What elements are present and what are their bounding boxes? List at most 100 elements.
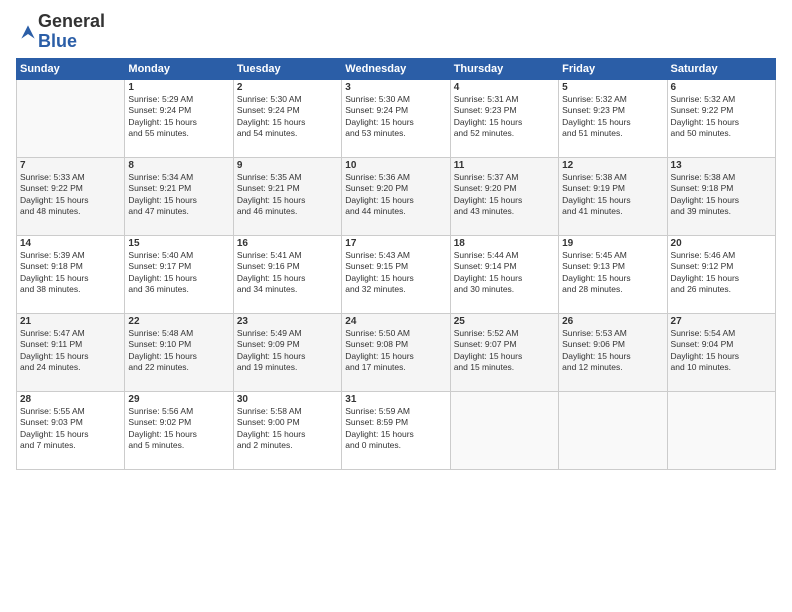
day-number: 17: [345, 238, 446, 249]
day-info: Sunrise: 5:47 AMSunset: 9:11 PMDaylight:…: [20, 328, 121, 374]
day-cell: 17Sunrise: 5:43 AMSunset: 9:15 PMDayligh…: [342, 235, 450, 313]
day-info: Sunrise: 5:36 AMSunset: 9:20 PMDaylight:…: [345, 172, 446, 218]
day-info: Sunrise: 5:35 AMSunset: 9:21 PMDaylight:…: [237, 172, 338, 218]
day-number: 18: [454, 238, 555, 249]
day-number: 11: [454, 160, 555, 171]
day-info: Sunrise: 5:32 AMSunset: 9:22 PMDaylight:…: [671, 94, 772, 140]
day-cell: 1Sunrise: 5:29 AMSunset: 9:24 PMDaylight…: [125, 79, 233, 157]
day-info: Sunrise: 5:46 AMSunset: 9:12 PMDaylight:…: [671, 250, 772, 296]
day-cell: 23Sunrise: 5:49 AMSunset: 9:09 PMDayligh…: [233, 313, 341, 391]
day-info: Sunrise: 5:49 AMSunset: 9:09 PMDaylight:…: [237, 328, 338, 374]
day-info: Sunrise: 5:37 AMSunset: 9:20 PMDaylight:…: [454, 172, 555, 218]
day-info: Sunrise: 5:38 AMSunset: 9:18 PMDaylight:…: [671, 172, 772, 218]
day-cell: 16Sunrise: 5:41 AMSunset: 9:16 PMDayligh…: [233, 235, 341, 313]
day-number: 20: [671, 238, 772, 249]
day-cell: 21Sunrise: 5:47 AMSunset: 9:11 PMDayligh…: [17, 313, 125, 391]
col-header-saturday: Saturday: [667, 58, 775, 79]
day-number: 8: [128, 160, 229, 171]
day-info: Sunrise: 5:52 AMSunset: 9:07 PMDaylight:…: [454, 328, 555, 374]
day-cell: 25Sunrise: 5:52 AMSunset: 9:07 PMDayligh…: [450, 313, 558, 391]
day-number: 5: [562, 82, 663, 93]
header: General Blue: [16, 12, 776, 52]
day-number: 14: [20, 238, 121, 249]
day-cell: 20Sunrise: 5:46 AMSunset: 9:12 PMDayligh…: [667, 235, 775, 313]
logo-text: General Blue: [38, 12, 105, 52]
day-info: Sunrise: 5:30 AMSunset: 9:24 PMDaylight:…: [345, 94, 446, 140]
day-info: Sunrise: 5:41 AMSunset: 9:16 PMDaylight:…: [237, 250, 338, 296]
day-cell: [17, 79, 125, 157]
day-number: 1: [128, 82, 229, 93]
day-info: Sunrise: 5:56 AMSunset: 9:02 PMDaylight:…: [128, 406, 229, 452]
day-cell: 11Sunrise: 5:37 AMSunset: 9:20 PMDayligh…: [450, 157, 558, 235]
day-cell: 22Sunrise: 5:48 AMSunset: 9:10 PMDayligh…: [125, 313, 233, 391]
week-row-4: 21Sunrise: 5:47 AMSunset: 9:11 PMDayligh…: [17, 313, 776, 391]
day-number: 29: [128, 394, 229, 405]
day-cell: 28Sunrise: 5:55 AMSunset: 9:03 PMDayligh…: [17, 391, 125, 469]
day-cell: 9Sunrise: 5:35 AMSunset: 9:21 PMDaylight…: [233, 157, 341, 235]
logo-icon: [18, 22, 38, 42]
col-header-sunday: Sunday: [17, 58, 125, 79]
day-cell: [667, 391, 775, 469]
day-cell: 24Sunrise: 5:50 AMSunset: 9:08 PMDayligh…: [342, 313, 450, 391]
day-number: 6: [671, 82, 772, 93]
day-number: 28: [20, 394, 121, 405]
day-number: 25: [454, 316, 555, 327]
day-number: 3: [345, 82, 446, 93]
day-cell: 14Sunrise: 5:39 AMSunset: 9:18 PMDayligh…: [17, 235, 125, 313]
day-info: Sunrise: 5:32 AMSunset: 9:23 PMDaylight:…: [562, 94, 663, 140]
day-info: Sunrise: 5:55 AMSunset: 9:03 PMDaylight:…: [20, 406, 121, 452]
day-number: 12: [562, 160, 663, 171]
day-number: 2: [237, 82, 338, 93]
calendar-table: SundayMondayTuesdayWednesdayThursdayFrid…: [16, 58, 776, 470]
week-row-5: 28Sunrise: 5:55 AMSunset: 9:03 PMDayligh…: [17, 391, 776, 469]
day-cell: 4Sunrise: 5:31 AMSunset: 9:23 PMDaylight…: [450, 79, 558, 157]
day-cell: 31Sunrise: 5:59 AMSunset: 8:59 PMDayligh…: [342, 391, 450, 469]
day-info: Sunrise: 5:43 AMSunset: 9:15 PMDaylight:…: [345, 250, 446, 296]
day-info: Sunrise: 5:54 AMSunset: 9:04 PMDaylight:…: [671, 328, 772, 374]
col-header-monday: Monday: [125, 58, 233, 79]
day-info: Sunrise: 5:45 AMSunset: 9:13 PMDaylight:…: [562, 250, 663, 296]
day-number: 26: [562, 316, 663, 327]
day-number: 24: [345, 316, 446, 327]
day-number: 23: [237, 316, 338, 327]
header-row: SundayMondayTuesdayWednesdayThursdayFrid…: [17, 58, 776, 79]
day-cell: 26Sunrise: 5:53 AMSunset: 9:06 PMDayligh…: [559, 313, 667, 391]
day-info: Sunrise: 5:48 AMSunset: 9:10 PMDaylight:…: [128, 328, 229, 374]
day-cell: [559, 391, 667, 469]
col-header-thursday: Thursday: [450, 58, 558, 79]
day-cell: 13Sunrise: 5:38 AMSunset: 9:18 PMDayligh…: [667, 157, 775, 235]
week-row-1: 1Sunrise: 5:29 AMSunset: 9:24 PMDaylight…: [17, 79, 776, 157]
day-info: Sunrise: 5:39 AMSunset: 9:18 PMDaylight:…: [20, 250, 121, 296]
col-header-tuesday: Tuesday: [233, 58, 341, 79]
day-number: 19: [562, 238, 663, 249]
day-cell: 27Sunrise: 5:54 AMSunset: 9:04 PMDayligh…: [667, 313, 775, 391]
day-number: 27: [671, 316, 772, 327]
day-info: Sunrise: 5:44 AMSunset: 9:14 PMDaylight:…: [454, 250, 555, 296]
day-cell: 7Sunrise: 5:33 AMSunset: 9:22 PMDaylight…: [17, 157, 125, 235]
day-number: 15: [128, 238, 229, 249]
day-cell: 10Sunrise: 5:36 AMSunset: 9:20 PMDayligh…: [342, 157, 450, 235]
day-number: 4: [454, 82, 555, 93]
day-number: 22: [128, 316, 229, 327]
day-info: Sunrise: 5:58 AMSunset: 9:00 PMDaylight:…: [237, 406, 338, 452]
day-cell: 6Sunrise: 5:32 AMSunset: 9:22 PMDaylight…: [667, 79, 775, 157]
day-info: Sunrise: 5:50 AMSunset: 9:08 PMDaylight:…: [345, 328, 446, 374]
day-info: Sunrise: 5:40 AMSunset: 9:17 PMDaylight:…: [128, 250, 229, 296]
day-number: 7: [20, 160, 121, 171]
day-number: 13: [671, 160, 772, 171]
day-cell: 15Sunrise: 5:40 AMSunset: 9:17 PMDayligh…: [125, 235, 233, 313]
day-cell: 8Sunrise: 5:34 AMSunset: 9:21 PMDaylight…: [125, 157, 233, 235]
page-container: General Blue SundayMondayTuesdayWednesda…: [0, 0, 792, 478]
day-number: 16: [237, 238, 338, 249]
day-number: 30: [237, 394, 338, 405]
day-cell: [450, 391, 558, 469]
day-info: Sunrise: 5:59 AMSunset: 8:59 PMDaylight:…: [345, 406, 446, 452]
day-number: 9: [237, 160, 338, 171]
day-cell: 2Sunrise: 5:30 AMSunset: 9:24 PMDaylight…: [233, 79, 341, 157]
day-info: Sunrise: 5:53 AMSunset: 9:06 PMDaylight:…: [562, 328, 663, 374]
day-info: Sunrise: 5:34 AMSunset: 9:21 PMDaylight:…: [128, 172, 229, 218]
day-cell: 19Sunrise: 5:45 AMSunset: 9:13 PMDayligh…: [559, 235, 667, 313]
day-cell: 18Sunrise: 5:44 AMSunset: 9:14 PMDayligh…: [450, 235, 558, 313]
day-info: Sunrise: 5:30 AMSunset: 9:24 PMDaylight:…: [237, 94, 338, 140]
day-number: 21: [20, 316, 121, 327]
